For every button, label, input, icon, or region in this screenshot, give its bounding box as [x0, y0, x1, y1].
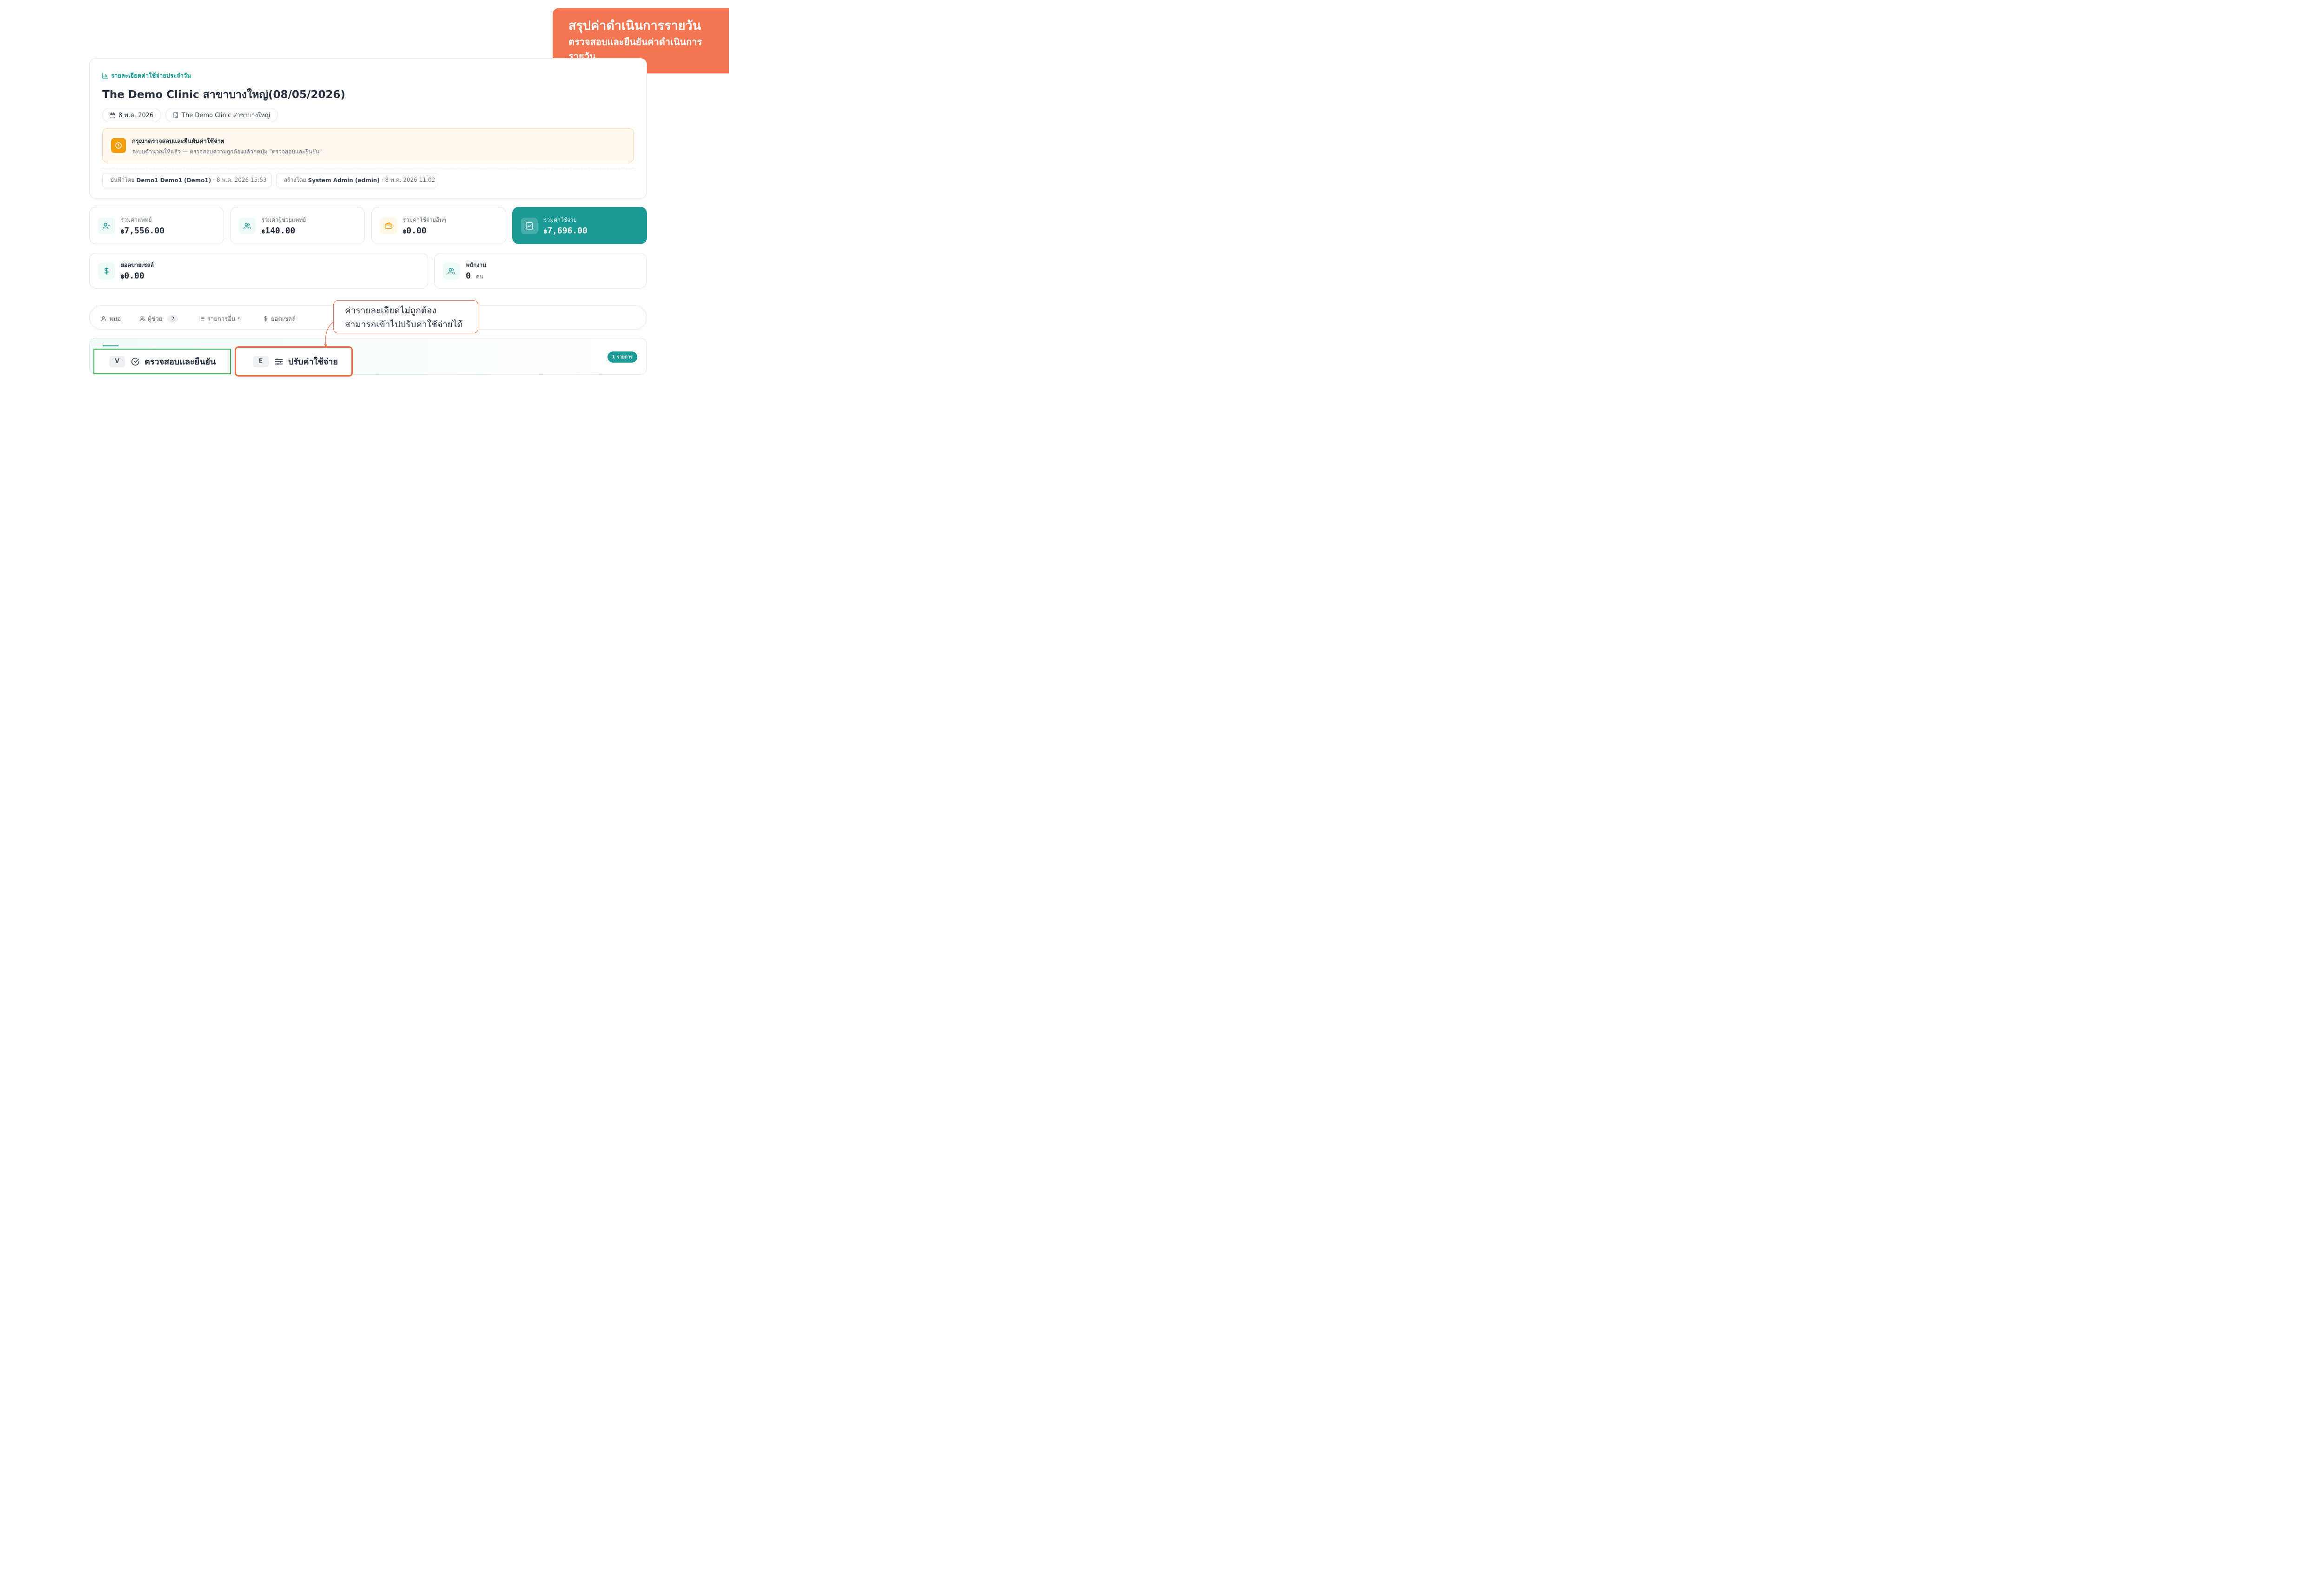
saved-at: · 8 พ.ค. 2026 15:53	[213, 177, 267, 183]
callout-title: สรุปค่าดำเนินการรายวัน	[568, 19, 701, 33]
confirm-button[interactable]: V ตรวจสอบและยืนยัน	[93, 349, 231, 374]
stat-value: ฿0.00	[121, 271, 145, 281]
created-label: สร้างโดย	[284, 177, 306, 183]
branch-chip-label: The Demo Clinic สาขาบางใหญ่	[182, 112, 270, 119]
users-icon	[139, 316, 145, 321]
annotation-line-2: สามารถเข้าไปปรับค่าใช้จ่ายได้	[345, 319, 463, 330]
item-count-badge: 1 รายการ	[607, 351, 637, 363]
created-at: · 8 พ.ค. 2026 11:02	[381, 177, 436, 183]
stat-label: ยอดขายเซลล์	[121, 262, 154, 268]
stat-card-other: รวมค่าใช้จ่ายอื่นๆ ฿0.00	[371, 207, 506, 244]
confirm-warning-alert: กรุณาตรวจสอบและยืนยันค่าใช้จ่าย ระบบคำนว…	[102, 128, 634, 162]
saved-label: บันทึกโดย	[110, 177, 135, 183]
stat-card-staff: พนักงาน 0 คน	[434, 253, 647, 289]
tab-sales[interactable]: ยอดเซลล์	[263, 314, 296, 324]
building-icon	[173, 112, 178, 118]
check-circle-icon	[131, 357, 139, 365]
sliders-icon	[275, 358, 283, 365]
calendar-icon	[109, 112, 116, 118]
date-chip: 8 พ.ค. 2026	[102, 108, 161, 122]
tab-label: หมอ	[109, 316, 121, 323]
alert-icon	[111, 138, 126, 153]
stat-label: รวมค่าใช้จ่ายอื่นๆ	[403, 217, 446, 223]
dollar-icon	[98, 263, 115, 279]
stat-value: ฿7,556.00	[121, 226, 165, 236]
adjust-expense-button[interactable]: E ปรับค่าใช้จ่าย	[235, 346, 353, 377]
tab-label: ผู้ช่วย	[148, 316, 163, 323]
stat-value: ฿7,696.00	[544, 226, 588, 236]
stat-value: ฿140.00	[262, 226, 296, 236]
alert-title: กรุณาตรวจสอบและยืนยันค่าใช้จ่าย	[132, 138, 224, 145]
saved-by-name: Demo1 Demo1 (Demo1)	[136, 177, 211, 184]
stat-label: รวมค่าผู้ช่วยแพทย์	[262, 217, 306, 223]
stat-value: 0 คน	[466, 271, 483, 281]
saved-by-meta: บันทึกโดย Demo1 Demo1 (Demo1) · 8 พ.ค. 2…	[102, 173, 272, 187]
adjust-button-label: ปรับค่าใช้จ่าย	[288, 357, 338, 367]
expense-header-card: รายละเอียดค่าใช้จ่ายประจำวัน The Demo Cl…	[89, 58, 647, 199]
alert-description: ระบบคำนวณให้แล้ว — ตรวจสอบความถูกต้องแล้…	[132, 148, 322, 155]
created-by-name: System Admin (admin)	[308, 177, 380, 184]
shortcut-key: E	[253, 356, 269, 367]
stat-label: พนักงาน	[466, 262, 487, 268]
stat-value: ฿0.00	[403, 226, 427, 236]
confirm-button-label: ตรวจสอบและยืนยัน	[145, 357, 216, 367]
section-kicker: รายละเอียดค่าใช้จ่ายประจำวัน	[102, 71, 191, 80]
annotation-line-1: ค่ารายละเอียดไม่ถูกต้อง	[345, 305, 436, 316]
created-by-meta: สร้างโดย System Admin (admin) · 8 พ.ค. 2…	[276, 173, 438, 187]
stat-card-sales: ยอดขายเซลล์ ฿0.00	[89, 253, 428, 289]
tab-label: รายการอื่น ๆ	[207, 316, 241, 323]
stat-label: รวมค่าใช้จ่าย	[544, 217, 577, 223]
trend-chart-icon	[521, 218, 538, 234]
wallet-icon	[380, 218, 397, 234]
dollar-icon	[264, 316, 267, 322]
users-icon	[239, 218, 256, 234]
kicker-label: รายละเอียดค่าใช้จ่ายประจำวัน	[111, 73, 191, 79]
stat-label: รวมค่าแพทย์	[121, 217, 152, 223]
stat-card-assistant: รวมค่าผู้ช่วยแพทย์ ฿140.00	[230, 207, 365, 244]
bar-chart-icon	[102, 73, 108, 79]
user-plus-icon	[98, 218, 115, 234]
list-icon	[199, 317, 205, 321]
annotation-callout: ค่ารายละเอียดไม่ถูกต้อง สามารถเข้าไปปรับ…	[333, 300, 478, 333]
tab-other-items[interactable]: รายการอื่น ๆ	[199, 314, 241, 324]
panel-accent-bar	[103, 345, 119, 346]
tab-count-badge: 2	[167, 315, 178, 322]
tab-label: ยอดเซลล์	[271, 316, 296, 323]
tab-assistant[interactable]: ผู้ช่วย 2	[139, 314, 178, 324]
branch-chip: The Demo Clinic สาขาบางใหญ่	[165, 108, 278, 122]
user-icon	[101, 316, 106, 321]
tab-doctor[interactable]: หมอ	[101, 314, 121, 324]
stat-card-total: รวมค่าใช้จ่าย ฿7,696.00	[512, 207, 647, 244]
date-chip-label: 8 พ.ค. 2026	[119, 112, 154, 119]
stat-card-doctor: รวมค่าแพทย์ ฿7,556.00	[89, 207, 224, 244]
page-title: The Demo Clinic สาขาบางใหญ่(08/05/2026)	[102, 89, 345, 101]
shortcut-key: V	[109, 356, 125, 367]
users-icon	[443, 263, 460, 279]
